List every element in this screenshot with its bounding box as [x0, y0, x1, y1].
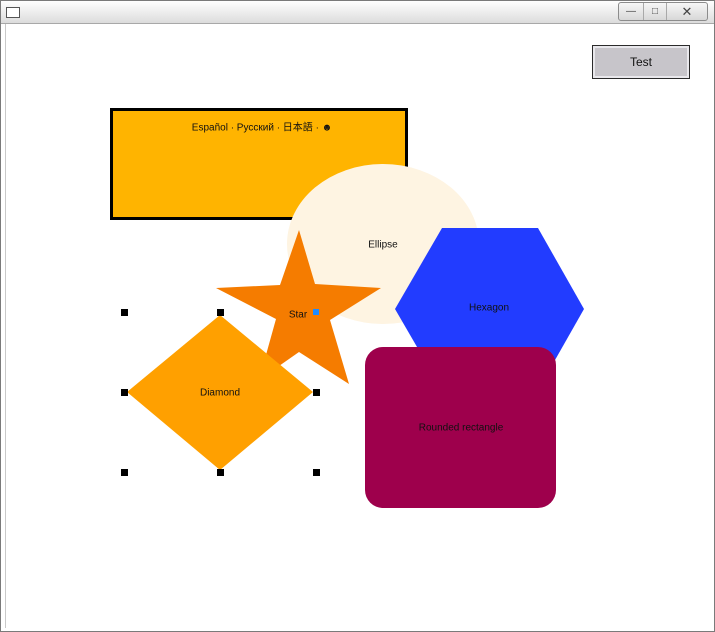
selection-handle-top[interactable] [217, 309, 224, 316]
selection-handle-left[interactable] [121, 389, 128, 396]
star-label: Star [288, 309, 308, 321]
shapes-layer [127, 228, 584, 508]
diamond-label: Diamond [199, 387, 241, 399]
selection-handle-bottom-left[interactable] [121, 469, 128, 476]
selection-handle-top-left[interactable] [121, 309, 128, 316]
selection-handle-right[interactable] [313, 389, 320, 396]
rounded-rectangle-label: Rounded rectangle [418, 422, 504, 434]
hexagon-label: Hexagon [468, 302, 510, 314]
selection-handle-bottom[interactable] [217, 469, 224, 476]
selection-handle-bottom-right[interactable] [313, 469, 320, 476]
star-anchor-handle[interactable] [313, 309, 319, 315]
